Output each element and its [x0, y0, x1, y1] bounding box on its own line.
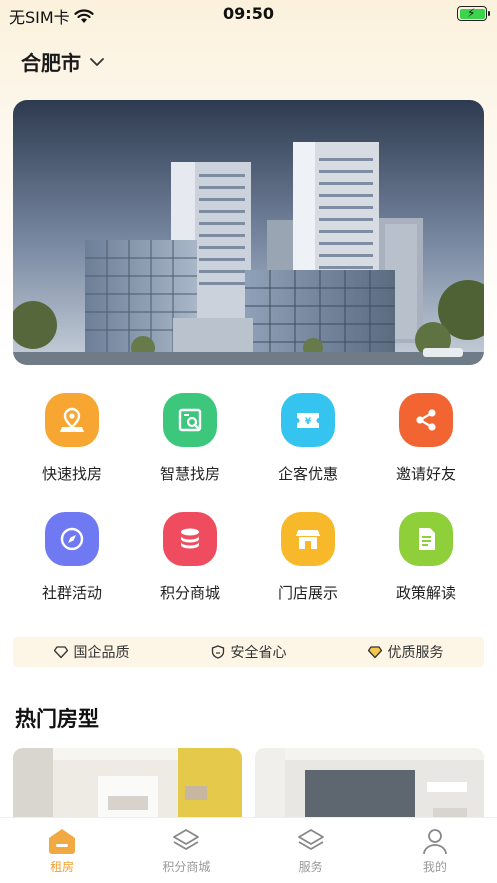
- heart-diamond-icon: [367, 646, 382, 659]
- share-icon: [399, 393, 453, 447]
- map-pin-icon: [45, 393, 99, 447]
- house-search-icon: [163, 393, 217, 447]
- guarantee-label: 国企品质: [73, 645, 130, 661]
- feature-label: 邀请好友: [395, 465, 456, 483]
- person-icon: [422, 829, 447, 855]
- section-title: 热门房型: [15, 707, 99, 731]
- city-selector[interactable]: 合肥市: [21, 47, 105, 76]
- compass-icon: [45, 512, 99, 566]
- feature-label: 门店展示: [277, 584, 338, 602]
- invite-friends-button[interactable]: 邀请好友: [371, 393, 481, 484]
- diamond-icon: [53, 646, 68, 659]
- database-icon: [163, 512, 217, 566]
- status-bar: 无SIM卡 09:50 ⚡: [0, 0, 497, 30]
- document-icon: [399, 512, 453, 566]
- feature-label: 政策解读: [395, 584, 456, 602]
- chevron-down-icon: [90, 57, 104, 66]
- tab-services[interactable]: 服务: [249, 818, 373, 883]
- tab-label: 我的: [422, 860, 447, 874]
- city-name: 合肥市: [21, 51, 81, 75]
- guarantee-item: 优质服务: [367, 642, 444, 662]
- tab-label: 积分商城: [162, 860, 211, 874]
- guarantee-strip: 国企品质 安全省心 优质服务: [13, 637, 484, 667]
- house-icon: [49, 829, 76, 854]
- feature-label: 快速找房: [41, 465, 102, 483]
- quick-search-button[interactable]: 快速找房: [17, 393, 127, 484]
- guarantee-item: 安全省心: [211, 642, 287, 662]
- feature-label: 企客优惠: [277, 465, 338, 483]
- points-mall-button[interactable]: 积分商城: [135, 512, 245, 603]
- community-activity-button[interactable]: 社群活动: [17, 512, 127, 603]
- guarantee-item: 国企品质: [53, 642, 130, 662]
- shield-icon: [211, 645, 224, 659]
- guarantee-label: 安全省心: [230, 645, 287, 661]
- policy-interpretation-button[interactable]: 政策解读: [371, 512, 481, 603]
- feature-label: 积分商城: [159, 584, 220, 602]
- tab-rent[interactable]: 租房: [0, 818, 124, 883]
- guarantee-label: 优质服务: [387, 645, 444, 661]
- tab-label: 租房: [50, 860, 75, 874]
- tab-label: 服务: [298, 860, 323, 874]
- smart-search-button[interactable]: 智慧找房: [135, 393, 245, 484]
- store-icon: [281, 512, 335, 566]
- bottom-tab-bar: 租房 积分商城 服务 我的: [0, 817, 497, 883]
- coupon-icon: ¥: [281, 393, 335, 447]
- feature-label: 智慧找房: [159, 465, 220, 483]
- layers-icon: [297, 829, 324, 850]
- layers-icon: [173, 829, 200, 850]
- clock: 09:50: [223, 4, 274, 23]
- tab-points-mall[interactable]: 积分商城: [124, 818, 248, 883]
- svg-text:¥: ¥: [305, 417, 312, 427]
- store-display-button[interactable]: 门店展示: [253, 512, 363, 603]
- tab-profile[interactable]: 我的: [373, 818, 497, 883]
- banner-image[interactable]: [13, 100, 484, 365]
- building-illustration: [13, 100, 484, 365]
- feature-label: 社群活动: [41, 584, 102, 602]
- battery-icon: ⚡: [457, 6, 490, 21]
- corporate-discount-button[interactable]: ¥ 企客优惠: [253, 393, 363, 484]
